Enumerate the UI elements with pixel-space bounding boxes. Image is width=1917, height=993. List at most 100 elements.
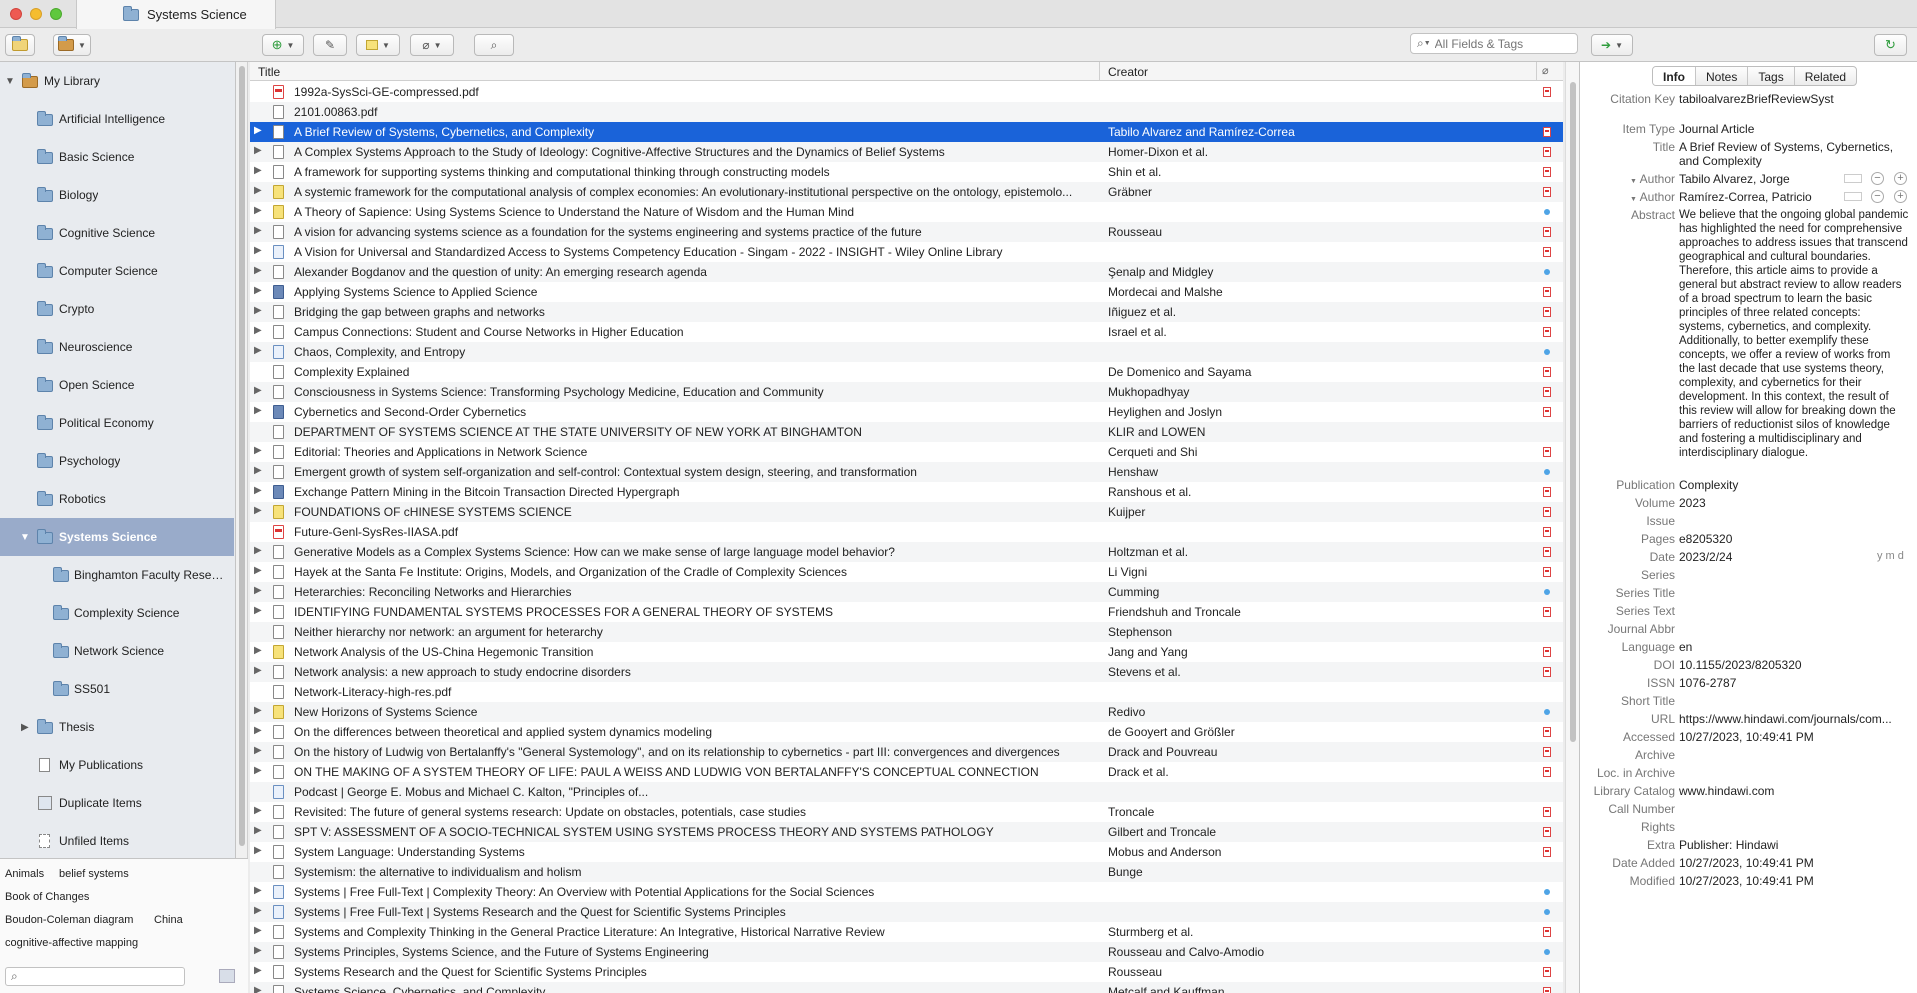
author-name-field[interactable]: Tabilo Alvarez, Jorge xyxy=(1679,172,1829,186)
sidebar-item-cognitive-science[interactable]: Cognitive Science xyxy=(0,214,234,252)
scrollbar-thumb[interactable] xyxy=(239,66,245,846)
sidebar-item-my-publications[interactable]: My Publications xyxy=(0,746,234,784)
tab-tags[interactable]: Tags xyxy=(1748,67,1795,85)
table-row[interactable]: ▶ Hayek at the Santa Fe Institute: Origin… xyxy=(250,562,1563,582)
pdf-attachment-icon[interactable] xyxy=(1543,387,1551,397)
table-row[interactable]: ▶ New Horizons of Systems Science Redivo xyxy=(250,702,1563,722)
tag-item[interactable]: cognitive-affective mapping xyxy=(5,937,138,949)
pdf-attachment-icon[interactable] xyxy=(1543,127,1551,137)
field-value[interactable]: 10.1155/2023/8205320 xyxy=(1679,658,1909,672)
pdf-attachment-icon[interactable] xyxy=(1543,407,1551,417)
link-attachment-icon[interactable] xyxy=(1544,889,1550,895)
advanced-search-button[interactable]: ⌕ xyxy=(474,34,514,56)
field-value[interactable]: 2023/2/24 xyxy=(1679,550,1829,564)
field-value[interactable]: 2023 xyxy=(1679,496,1909,510)
tag-item[interactable]: Boudon-Coleman diagram xyxy=(5,914,133,926)
table-row[interactable]: Neither hierarchy nor network: an argume… xyxy=(250,622,1563,642)
new-item-button[interactable]: ⊕ ▼ xyxy=(262,34,304,56)
tab-notes[interactable]: Notes xyxy=(1696,67,1749,85)
table-row[interactable]: Systemism: the alternative to individual… xyxy=(250,862,1563,882)
pdf-attachment-icon[interactable] xyxy=(1543,187,1551,197)
field-value[interactable]: e8205320 xyxy=(1679,532,1909,546)
table-row[interactable]: ▶ Systems | Free Full-Text | Systems Rese… xyxy=(250,902,1563,922)
pdf-attachment-icon[interactable] xyxy=(1543,227,1551,237)
sidebar-item-crypto[interactable]: Crypto xyxy=(0,290,234,328)
table-row[interactable]: ▶ Systems and Complexity Thinking in the … xyxy=(250,922,1563,942)
pdf-attachment-icon[interactable] xyxy=(1543,367,1551,377)
table-row[interactable]: ▶ Emergent growth of system self-organiza… xyxy=(250,462,1563,482)
table-row[interactable]: ▶ Exchange Pattern Mining in the Bitcoin … xyxy=(250,482,1563,502)
sidebar-item-systems-science[interactable]: ▼ Systems Science xyxy=(0,518,234,556)
pdf-attachment-icon[interactable] xyxy=(1543,567,1551,577)
table-row[interactable]: ▶ Network analysis: a new approach to stu… xyxy=(250,662,1563,682)
tag-item[interactable]: Animals xyxy=(5,868,44,880)
table-row[interactable]: Future-Genl-SysRes-IIASA.pdf xyxy=(250,522,1563,542)
tag-item[interactable]: Book of Changes xyxy=(5,891,89,903)
table-row[interactable]: ▶ Revisited: The future of general system… xyxy=(250,802,1563,822)
add-author-button[interactable]: + xyxy=(1894,172,1907,185)
expand-arrow-icon[interactable]: ▶ xyxy=(254,325,262,336)
pdf-attachment-icon[interactable] xyxy=(1543,247,1551,257)
minimize-window-button[interactable] xyxy=(30,8,42,20)
table-row[interactable]: Network-Literacy-high-res.pdf xyxy=(250,682,1563,702)
expand-arrow-icon[interactable]: ▶ xyxy=(254,905,262,916)
add-attachment-button[interactable]: ⌀ ▼ xyxy=(410,34,454,56)
table-row[interactable]: ▶ Alexander Bogdanov and the question of … xyxy=(250,262,1563,282)
expand-arrow-icon[interactable]: ▶ xyxy=(254,665,262,676)
sidebar-item-neuroscience[interactable]: Neuroscience xyxy=(0,328,234,366)
field-value[interactable]: https://www.hindawi.com/journals/com... xyxy=(1679,712,1909,726)
pdf-attachment-icon[interactable] xyxy=(1543,847,1551,857)
expand-arrow-icon[interactable]: ▶ xyxy=(254,245,262,256)
link-attachment-icon[interactable] xyxy=(1544,269,1550,275)
table-row[interactable]: ▶ Network Analysis of the US-China Hegemo… xyxy=(250,642,1563,662)
table-row[interactable]: ▶ ON THE MAKING OF A SYSTEM THEORY OF LIF… xyxy=(250,762,1563,782)
table-row[interactable]: ▶ A systemic framework for the computatio… xyxy=(250,182,1563,202)
author-switch-icon[interactable] xyxy=(1844,174,1862,183)
table-row[interactable]: ▶ FOUNDATIONS OF cHINESE SYSTEMS SCIENCE K… xyxy=(250,502,1563,522)
title-field[interactable]: A Brief Review of Systems, Cybernetics, … xyxy=(1679,140,1899,168)
tab-related[interactable]: Related xyxy=(1795,67,1856,85)
pdf-attachment-icon[interactable] xyxy=(1543,767,1551,777)
expand-arrow-icon[interactable]: ▶ xyxy=(254,925,262,936)
sidebar-item-robotics[interactable]: Robotics xyxy=(0,480,234,518)
attachment-column-icon[interactable]: ⌀ xyxy=(1542,64,1549,77)
table-row[interactable]: 1992a-SysSci-GE-compressed.pdf xyxy=(250,82,1563,102)
add-by-identifier-button[interactable]: ✎ xyxy=(313,34,347,56)
tab-systems-science[interactable]: Systems Science xyxy=(76,0,276,29)
expand-arrow-icon[interactable]: ▶ xyxy=(254,845,262,856)
expand-arrow-icon[interactable]: ▶ xyxy=(254,945,262,956)
new-library-button[interactable]: ▼ xyxy=(53,34,91,56)
expand-arrow-icon[interactable]: ▶ xyxy=(254,705,262,716)
search-input[interactable] xyxy=(1434,36,1565,51)
new-collection-button[interactable] xyxy=(5,34,35,56)
tag-actions-icon[interactable] xyxy=(219,969,235,983)
tag-item[interactable]: China xyxy=(154,914,183,926)
table-row[interactable]: ▶ Systems Science, Cybernetics, and Compl… xyxy=(250,982,1563,993)
pdf-attachment-icon[interactable] xyxy=(1543,147,1551,157)
field-label[interactable]: ▼ Author xyxy=(1630,172,1675,186)
pdf-attachment-icon[interactable] xyxy=(1543,727,1551,737)
field-value[interactable]: en xyxy=(1679,640,1909,654)
table-row[interactable]: ▶ Campus Connections: Student and Course … xyxy=(250,322,1563,342)
table-row[interactable]: ▶ A Brief Review of Systems, Cybernetics,… xyxy=(250,122,1563,142)
sidebar-item-psychology[interactable]: Psychology xyxy=(0,442,234,480)
pdf-attachment-icon[interactable] xyxy=(1543,167,1551,177)
link-attachment-icon[interactable] xyxy=(1544,709,1550,715)
expand-arrow-icon[interactable]: ▶ xyxy=(254,445,262,456)
sidebar-item-political-economy[interactable]: Political Economy xyxy=(0,404,234,442)
close-window-button[interactable] xyxy=(10,8,22,20)
expand-arrow-icon[interactable]: ▶ xyxy=(254,265,262,276)
table-row[interactable]: Complexity Explained De Domenico and Saya… xyxy=(250,362,1563,382)
table-row[interactable]: ▶ Heterarchies: Reconciling Networks and … xyxy=(250,582,1563,602)
sidebar-item-basic-science[interactable]: Basic Science xyxy=(0,138,234,176)
zoom-window-button[interactable] xyxy=(50,8,62,20)
table-row[interactable]: DEPARTMENT OF SYSTEMS SCIENCE AT THE STA… xyxy=(250,422,1563,442)
search-box[interactable]: ⌕ ▼ xyxy=(1410,33,1578,54)
table-row[interactable]: ▶ Systems Research and the Quest for Scie… xyxy=(250,962,1563,982)
author-switch-icon[interactable] xyxy=(1844,192,1862,201)
sidebar-item-thesis[interactable]: ▶ Thesis xyxy=(0,708,234,746)
sidebar-item-unfiled-items[interactable]: Unfiled Items xyxy=(0,822,234,858)
new-note-button[interactable]: ▼ xyxy=(356,34,400,56)
link-attachment-icon[interactable] xyxy=(1544,909,1550,915)
tab-info[interactable]: Info xyxy=(1653,67,1696,85)
